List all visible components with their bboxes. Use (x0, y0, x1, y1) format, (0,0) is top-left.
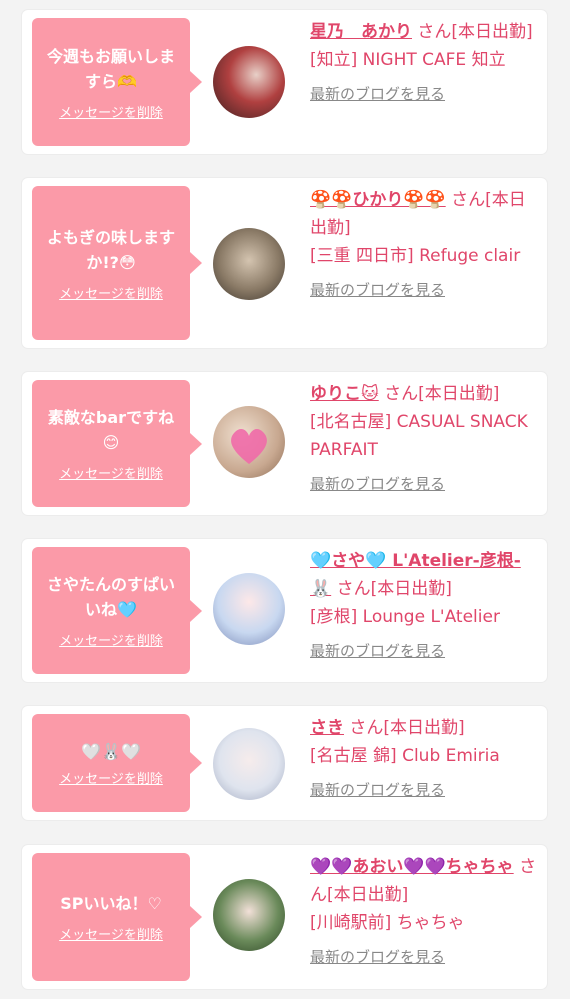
shop-name: [三重 四日市] Refuge clair (310, 246, 521, 266)
message-bubble: 🤍🐰🤍 メッセージを削除 (32, 714, 190, 812)
latest-blog-link[interactable]: 最新のブログを見る (310, 276, 445, 304)
message-bubble: 素敵なbarですね😊 メッセージを削除 (32, 380, 190, 507)
message-bubble: 今週もお願いしますら🫶 メッセージを削除 (32, 18, 190, 146)
message-text: SPいいね！♡ (60, 894, 162, 913)
cast-name-link[interactable]: 🍄🍄ひかり🍄🍄 (310, 190, 446, 210)
message-bubble: よもぎの味しますか!?😳 メッセージを削除 (32, 186, 190, 340)
latest-blog-link[interactable]: 最新のブログを見る (310, 637, 445, 665)
message-card: 今週もお願いしますら🫶 メッセージを削除 星乃 あかり さん[本日出勤] [知立… (22, 10, 547, 154)
cast-name-link[interactable]: 💜💜あおい💜💜ちゃちゃ (310, 857, 514, 877)
avatar[interactable] (213, 728, 285, 800)
avatar[interactable] (213, 228, 285, 300)
cast-status: さん[本日出勤] (331, 579, 452, 599)
message-text: さやたんのすぱいいね🩵 (46, 575, 175, 619)
shop-name: [彦根] Lounge L'Atelier (310, 607, 500, 627)
message-card: さやたんのすぱいいね🩵 メッセージを削除 🩵さや🩵 L'Atelier-彦根-🐰… (22, 539, 547, 682)
cast-info: 星乃 あかり さん[本日出勤] [知立] NIGHT CAFE 知立 最新のブロ… (310, 18, 538, 108)
message-bubble: SPいいね！♡ メッセージを削除 (32, 853, 190, 981)
cast-status: さん[本日出勤] (344, 718, 465, 738)
latest-blog-link[interactable]: 最新のブログを見る (310, 776, 445, 804)
message-card: 素敵なbarですね😊 メッセージを削除 ゆりこ🐱 さん[本日出勤] [北名古屋]… (22, 372, 547, 515)
message-text: 今週もお願いしますら🫶 (46, 46, 175, 91)
shop-name: [川崎駅前] ちゃちゃ (310, 913, 465, 933)
cast-info: 🩵さや🩵 L'Atelier-彦根-🐰 さん[本日出勤] [彦根] Lounge… (310, 547, 538, 665)
message-card: よもぎの味しますか!?😳 メッセージを削除 🍄🍄ひかり🍄🍄 さん[本日出勤] [… (22, 178, 547, 348)
shop-name: [北名古屋] CASUAL SNACK PARFAIT (310, 412, 528, 460)
delete-message-link[interactable]: メッセージを削除 (59, 630, 163, 649)
cast-info: ゆりこ🐱 さん[本日出勤] [北名古屋] CASUAL SNACK PARFAI… (310, 380, 538, 498)
cast-name-link[interactable]: さき (310, 718, 344, 738)
message-text: よもぎの味しますか!?😳 (46, 227, 175, 272)
message-card: 🤍🐰🤍 メッセージを削除 さき さん[本日出勤] [名古屋 錦] Club Em… (22, 706, 547, 820)
shop-name: [知立] NIGHT CAFE 知立 (310, 50, 506, 70)
latest-blog-link[interactable]: 最新のブログを見る (310, 470, 445, 498)
delete-message-link[interactable]: メッセージを削除 (59, 768, 163, 787)
latest-blog-link[interactable]: 最新のブログを見る (310, 943, 445, 971)
heart-sticker-icon (231, 429, 267, 464)
delete-message-link[interactable]: メッセージを削除 (59, 924, 163, 943)
message-text: 🤍🐰🤍 (81, 742, 141, 761)
cast-name-link[interactable]: ゆりこ🐱 (310, 384, 379, 404)
message-bubble: さやたんのすぱいいね🩵 メッセージを削除 (32, 547, 190, 674)
avatar[interactable] (213, 573, 285, 645)
avatar[interactable] (213, 46, 285, 118)
cast-status: さん[本日出勤] (378, 384, 500, 404)
avatar[interactable] (213, 879, 285, 951)
message-card: SPいいね！♡ メッセージを削除 💜💜あおい💜💜ちゃちゃ さん[本日出勤] [川… (22, 845, 547, 989)
delete-message-link[interactable]: メッセージを削除 (59, 102, 163, 121)
message-text: 素敵なbarですね😊 (47, 408, 175, 452)
cast-name-link[interactable]: 星乃 あかり (310, 22, 412, 42)
avatar[interactable] (213, 406, 285, 478)
shop-name: [名古屋 錦] Club Emiria (310, 746, 500, 766)
cast-info: 💜💜あおい💜💜ちゃちゃ さん[本日出勤] [川崎駅前] ちゃちゃ 最新のブログを… (310, 853, 538, 971)
cast-status: さん[本日出勤] (412, 22, 533, 42)
cast-info: 🍄🍄ひかり🍄🍄 さん[本日出勤] [三重 四日市] Refuge clair 最… (310, 186, 538, 304)
delete-message-link[interactable]: メッセージを削除 (59, 463, 163, 482)
delete-message-link[interactable]: メッセージを削除 (59, 283, 163, 302)
cast-info: さき さん[本日出勤] [名古屋 錦] Club Emiria 最新のブログを見… (310, 714, 538, 804)
latest-blog-link[interactable]: 最新のブログを見る (310, 80, 445, 108)
